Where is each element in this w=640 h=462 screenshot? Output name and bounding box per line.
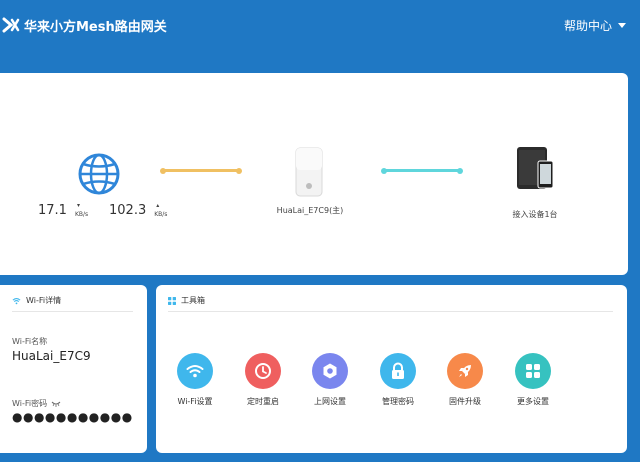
upload-speed-unit: KB/s	[154, 211, 168, 218]
lan-connection-line	[381, 167, 463, 174]
more-settings-circle	[515, 353, 551, 389]
wifi-password-label: Wi-Fi密码	[12, 399, 48, 408]
internet-settings-circle	[312, 353, 348, 389]
wifi-settings-label: Wi-Fi设置	[177, 397, 213, 406]
router-icon[interactable]	[292, 146, 328, 198]
download-speed-unit: KB/s	[74, 211, 89, 218]
wifi-details-title: Wi-Fi详情	[26, 296, 62, 305]
wifi-password-value: ●●●●●●●●●●●	[12, 410, 133, 424]
internet-globe-icon	[78, 153, 120, 195]
upload-arrow-icon: ▴	[156, 202, 160, 209]
firmware-upgrade-label: 固件升级	[449, 397, 481, 406]
lock-icon	[392, 362, 404, 379]
wifi-password-row: Wi-Fi密码	[12, 398, 61, 409]
help-center-menu[interactable]: 帮助中心	[564, 17, 626, 34]
admin-password-circle	[380, 353, 416, 389]
router-name: HuaLai_E7C9(主)	[276, 206, 344, 215]
chevron-down-icon	[618, 23, 626, 28]
wan-connection-line	[160, 167, 242, 174]
admin-password-label: 管理密码	[382, 397, 414, 406]
grid-icon	[526, 364, 540, 378]
upload-speed-value: 102.3	[109, 203, 147, 218]
app-title: 华来小方Mesh路由网关	[24, 20, 167, 35]
firmware-upgrade-circle	[447, 353, 483, 389]
download-speed: 17.1 ▾ KB/s	[38, 202, 97, 218]
wifi-name-label: Wi-Fi名称	[12, 337, 48, 346]
upload-speed: 102.3 ▴ KB/s	[109, 202, 176, 218]
download-speed-value: 17.1	[38, 203, 67, 218]
firmware-upgrade-button[interactable]: 固件升级	[435, 353, 495, 407]
toolbox-header: 工具箱	[168, 295, 205, 306]
grid-icon	[168, 296, 176, 305]
internet-settings-button[interactable]: 上网设置	[300, 353, 360, 407]
toolbox-title: 工具箱	[181, 296, 205, 305]
divider	[12, 311, 133, 312]
header-bar: 华来小方Mesh路由网关 帮助中心	[0, 0, 640, 52]
wifi-settings-button[interactable]: Wi-Fi设置	[165, 353, 225, 407]
connected-devices-icon[interactable]	[516, 146, 556, 192]
help-center-label: 帮助中心	[563, 19, 612, 33]
scheduled-restart-label: 定时重启	[247, 397, 279, 406]
internet-settings-label: 上网设置	[314, 397, 346, 406]
logo-icon	[2, 17, 20, 33]
toolbox-card: 工具箱 Wi-Fi设置 定时重启 上网设置 管理密码 固件升级 更多设置	[156, 285, 627, 453]
scheduled-restart-circle	[245, 353, 281, 389]
wifi-details-header: Wi-Fi详情	[12, 295, 61, 306]
wifi-details-card: Wi-Fi详情 Wi-Fi名称 HuaLai_E7C9 Wi-Fi密码 ●●●●…	[0, 285, 147, 453]
wifi-icon	[186, 365, 204, 378]
settings-icon	[323, 363, 337, 379]
more-settings-button[interactable]: 更多设置	[503, 353, 563, 407]
wifi-name-value: HuaLai_E7C9	[12, 349, 91, 363]
download-arrow-icon: ▾	[76, 202, 80, 209]
wifi-icon	[12, 297, 21, 304]
divider	[168, 311, 613, 312]
wifi-settings-circle	[177, 353, 213, 389]
clock-icon	[255, 363, 271, 379]
admin-password-button[interactable]: 管理密码	[368, 353, 428, 407]
more-settings-label: 更多设置	[517, 397, 549, 406]
connected-devices-count[interactable]: 接入设备1台	[495, 209, 575, 220]
eye-closed-icon[interactable]	[51, 401, 61, 407]
network-topology-card: 17.1 ▾ KB/s 102.3 ▴ KB/s HuaLai_E7C9(主) …	[0, 73, 628, 275]
scheduled-restart-button[interactable]: 定时重启	[233, 353, 293, 407]
rocket-icon	[459, 365, 471, 377]
